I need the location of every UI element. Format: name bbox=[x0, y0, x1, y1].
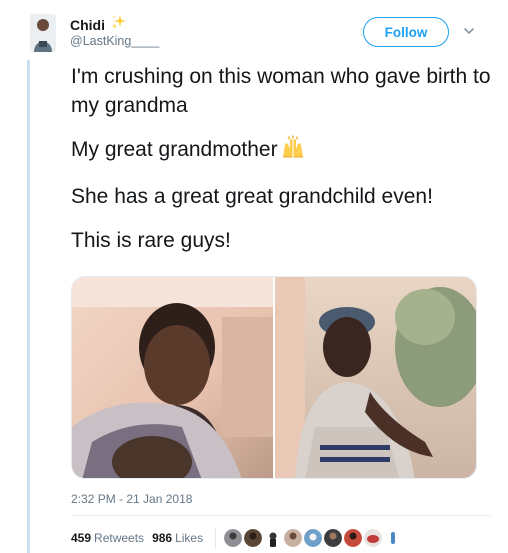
tweet-line: I'm crushing on this woman who gave birt… bbox=[71, 65, 491, 117]
liker-avatar[interactable] bbox=[344, 529, 363, 547]
liker-avatar[interactable] bbox=[244, 529, 263, 547]
tweet-text: I'm crushing on this woman who gave birt… bbox=[71, 62, 491, 270]
display-name[interactable]: Chidi bbox=[70, 17, 105, 33]
name-row: Chidi bbox=[70, 14, 127, 35]
liker-avatar[interactable] bbox=[304, 529, 323, 547]
tweet-timestamp[interactable]: 2:32 PM - 21 Jan 2018 bbox=[71, 492, 192, 506]
likes-stat[interactable]: 986 Likes bbox=[152, 531, 203, 545]
tweet-stats: 459 Retweets 986 Likes bbox=[71, 527, 403, 549]
tweet-line: This is rare guys! bbox=[71, 229, 231, 252]
likes-label: Likes bbox=[175, 531, 204, 545]
liker-avatar[interactable] bbox=[284, 529, 303, 547]
liker-avatar[interactable] bbox=[364, 529, 383, 547]
likes-count: 986 bbox=[152, 531, 173, 545]
photo-great-grandmother[interactable] bbox=[275, 277, 476, 478]
tweet-line: My great grandmother bbox=[71, 138, 278, 161]
stats-separator bbox=[215, 527, 217, 549]
tweet-line-with-emoji: My great grandmother bbox=[71, 135, 491, 167]
liker-avatar[interactable] bbox=[224, 529, 243, 547]
retweets-label: Retweets bbox=[94, 531, 145, 545]
photo-young-man[interactable] bbox=[72, 277, 273, 478]
user-handle[interactable]: @LastKing____ bbox=[70, 34, 159, 48]
media-grid bbox=[71, 276, 477, 479]
retweets-count: 459 bbox=[71, 531, 92, 545]
tweet-line: She has a great great grandchild even! bbox=[71, 185, 433, 208]
sparkles-icon bbox=[111, 14, 127, 35]
avatar[interactable] bbox=[30, 14, 56, 52]
thread-rule bbox=[27, 60, 30, 553]
liker-avatar[interactable] bbox=[264, 529, 283, 547]
raising-hands-icon bbox=[280, 135, 306, 167]
liker-avatar[interactable] bbox=[324, 529, 343, 547]
divider bbox=[71, 515, 491, 516]
follow-button[interactable]: Follow bbox=[363, 17, 449, 47]
likers-avatars bbox=[224, 529, 403, 547]
retweets-stat[interactable]: 459 Retweets bbox=[71, 531, 144, 545]
chevron-down-icon[interactable] bbox=[462, 24, 476, 38]
liker-avatar[interactable] bbox=[384, 529, 403, 547]
tweet-header: Chidi @LastKing____ Follow bbox=[30, 12, 500, 56]
